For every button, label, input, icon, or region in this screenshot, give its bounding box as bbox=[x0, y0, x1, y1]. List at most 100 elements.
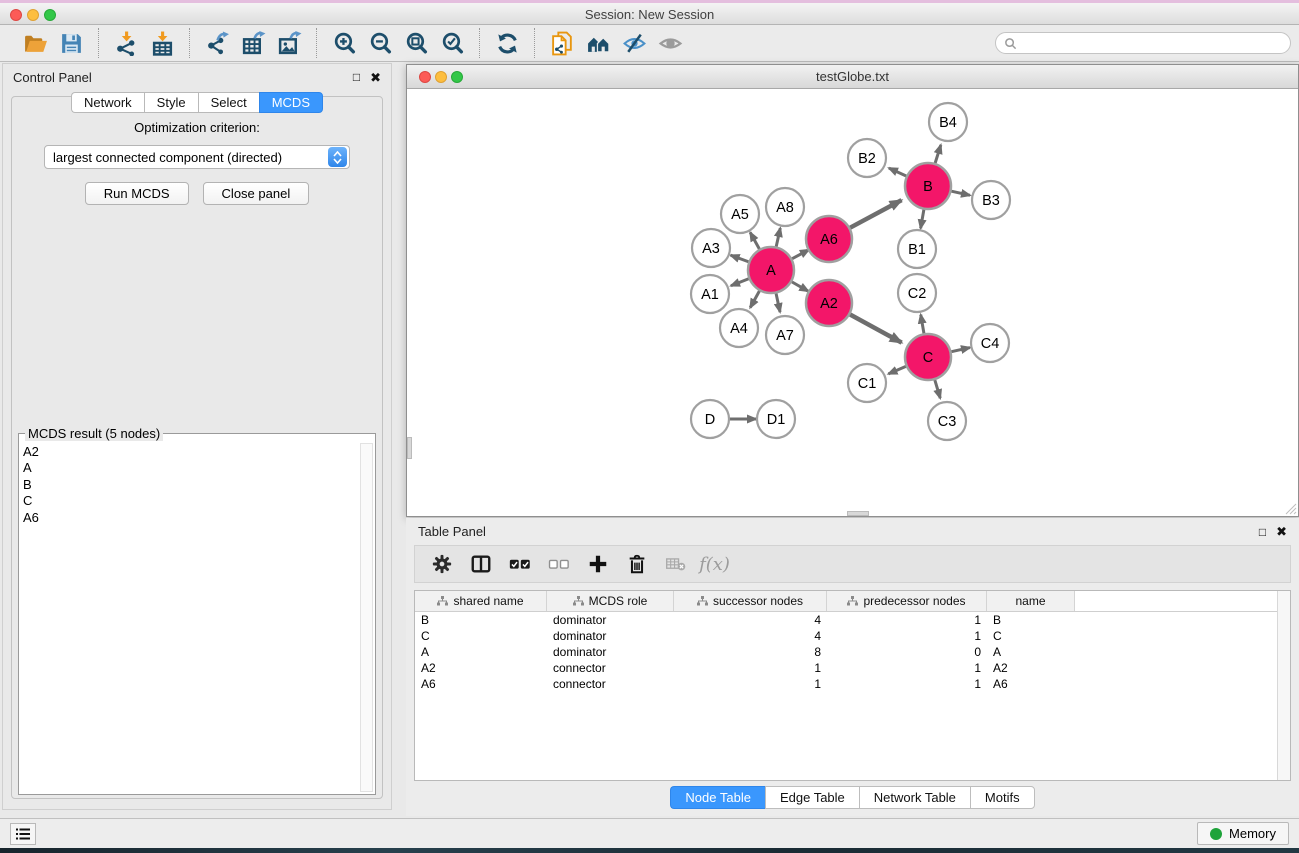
edge-A-A4[interactable] bbox=[750, 291, 759, 308]
memory-button[interactable]: Memory bbox=[1197, 822, 1289, 845]
edge-A-A5[interactable] bbox=[750, 232, 759, 249]
edge-A-A7[interactable] bbox=[776, 293, 780, 312]
graph-node-A3[interactable]: A3 bbox=[692, 229, 730, 267]
select-all-columns-button[interactable] bbox=[503, 549, 536, 579]
deselect-all-columns-button[interactable] bbox=[542, 549, 575, 579]
tab-style[interactable]: Style bbox=[144, 92, 198, 113]
import-network-button[interactable] bbox=[108, 28, 144, 58]
network-graph[interactable]: B4B2BB3A8A5A6A3B1AA1C2A2A4A7C4CC1C3DD1 bbox=[407, 90, 1298, 516]
table-row[interactable]: Adominator80A bbox=[415, 644, 1290, 660]
tab-motifs[interactable]: Motifs bbox=[970, 786, 1035, 809]
edge-B-B3[interactable] bbox=[951, 191, 970, 195]
edge-A6-B[interactable] bbox=[850, 200, 901, 228]
edge-B-B4[interactable] bbox=[935, 145, 941, 163]
edge-A-A8[interactable] bbox=[776, 228, 780, 247]
graph-node-A8[interactable]: A8 bbox=[766, 188, 804, 226]
table-row[interactable]: Bdominator41B bbox=[415, 612, 1290, 628]
graph-node-B3[interactable]: B3 bbox=[972, 181, 1010, 219]
column-header-predecessor-nodes[interactable]: predecessor nodes bbox=[827, 591, 987, 611]
bottom-splitter-handle[interactable] bbox=[847, 511, 869, 516]
tab-select[interactable]: Select bbox=[198, 92, 259, 113]
close-panel-icon[interactable]: ✖ bbox=[370, 71, 381, 84]
node-table[interactable]: shared nameMCDS rolesuccessor nodesprede… bbox=[414, 590, 1291, 781]
graph-node-B4[interactable]: B4 bbox=[929, 103, 967, 141]
graph-node-C3[interactable]: C3 bbox=[928, 402, 966, 440]
mcds-result-list[interactable]: A2ABCA6 bbox=[23, 444, 359, 792]
edge-B-B2[interactable] bbox=[889, 168, 906, 176]
run-mcds-button[interactable]: Run MCDS bbox=[85, 182, 189, 205]
result-list-item[interactable]: A2 bbox=[23, 444, 359, 460]
graph-node-B2[interactable]: B2 bbox=[848, 139, 886, 177]
table-scrollbar[interactable] bbox=[1277, 591, 1290, 780]
export-network-button[interactable] bbox=[199, 28, 235, 58]
first-neighbors-button[interactable] bbox=[580, 28, 616, 58]
tab-network-table[interactable]: Network Table bbox=[859, 786, 970, 809]
edge-A-A2[interactable] bbox=[792, 282, 809, 291]
result-list-item[interactable]: B bbox=[23, 477, 359, 493]
graph-node-B[interactable]: B bbox=[905, 163, 951, 209]
table-settings-button[interactable] bbox=[425, 549, 458, 579]
column-header-MCDS-role[interactable]: MCDS role bbox=[547, 591, 674, 611]
result-scrollbar[interactable] bbox=[360, 443, 373, 792]
graph-node-A4[interactable]: A4 bbox=[720, 309, 758, 347]
show-all-button[interactable] bbox=[652, 28, 688, 58]
graph-node-D1[interactable]: D1 bbox=[757, 400, 795, 438]
result-list-item[interactable]: A6 bbox=[23, 510, 359, 526]
graph-node-C1[interactable]: C1 bbox=[848, 364, 886, 402]
zoom-in-button[interactable] bbox=[326, 28, 362, 58]
export-table-button[interactable] bbox=[235, 28, 271, 58]
graph-node-A5[interactable]: A5 bbox=[721, 195, 759, 233]
table-row[interactable]: Cdominator41C bbox=[415, 628, 1290, 644]
edge-A-A1[interactable] bbox=[731, 279, 749, 286]
tab-node-table[interactable]: Node Table bbox=[670, 786, 765, 809]
add-column-button[interactable] bbox=[581, 549, 614, 579]
save-session-button[interactable] bbox=[53, 28, 89, 58]
float-table-panel-icon[interactable]: □ bbox=[1259, 526, 1266, 538]
graph-node-B1[interactable]: B1 bbox=[898, 230, 936, 268]
delete-column-button[interactable] bbox=[620, 549, 653, 579]
result-list-item[interactable]: A bbox=[23, 460, 359, 476]
network-canvas[interactable]: B4B2BB3A8A5A6A3B1AA1C2A2A4A7C4CC1C3DD1 bbox=[407, 90, 1298, 516]
import-table-button[interactable] bbox=[144, 28, 180, 58]
open-file-button[interactable] bbox=[17, 28, 53, 58]
zoom-fit-button[interactable] bbox=[398, 28, 434, 58]
network-window-titlebar[interactable]: testGlobe.txt bbox=[407, 65, 1298, 89]
edge-A-A3[interactable] bbox=[731, 255, 749, 262]
graph-node-C2[interactable]: C2 bbox=[898, 274, 936, 312]
close-panel-button[interactable]: Close panel bbox=[203, 182, 310, 205]
window-resize-grip[interactable] bbox=[1284, 502, 1297, 515]
delete-table-button[interactable] bbox=[659, 549, 692, 579]
graph-node-A[interactable]: A bbox=[748, 247, 794, 293]
task-history-button[interactable] bbox=[10, 823, 36, 845]
column-header-successor-nodes[interactable]: successor nodes bbox=[674, 591, 827, 611]
close-table-panel-icon[interactable]: ✖ bbox=[1276, 525, 1287, 538]
graph-node-D[interactable]: D bbox=[691, 400, 729, 438]
graph-node-A2[interactable]: A2 bbox=[806, 280, 852, 326]
tab-mcds[interactable]: MCDS bbox=[259, 92, 323, 113]
graph-node-A6[interactable]: A6 bbox=[806, 216, 852, 262]
result-list-item[interactable]: C bbox=[23, 493, 359, 509]
column-layout-button[interactable] bbox=[464, 549, 497, 579]
graph-node-A1[interactable]: A1 bbox=[691, 275, 729, 313]
graph-node-C4[interactable]: C4 bbox=[971, 324, 1009, 362]
left-splitter-handle[interactable] bbox=[407, 437, 412, 459]
column-header-name[interactable]: name bbox=[987, 591, 1075, 611]
export-image-button[interactable] bbox=[271, 28, 307, 58]
zoom-selected-button[interactable] bbox=[434, 28, 470, 58]
edge-C-C2[interactable] bbox=[921, 315, 924, 334]
zoom-out-button[interactable] bbox=[362, 28, 398, 58]
table-row[interactable]: A2connector11A2 bbox=[415, 660, 1290, 676]
optimization-criterion-dropdown[interactable]: largest connected component (directed) bbox=[44, 145, 350, 169]
search-field[interactable] bbox=[995, 32, 1291, 54]
search-input[interactable] bbox=[1022, 36, 1282, 50]
edge-C-C4[interactable] bbox=[951, 348, 970, 352]
hide-selected-button[interactable] bbox=[616, 28, 652, 58]
float-panel-icon[interactable]: □ bbox=[353, 71, 360, 83]
edge-C-C3[interactable] bbox=[935, 380, 940, 398]
refresh-button[interactable] bbox=[489, 28, 525, 58]
column-header-shared-name[interactable]: shared name bbox=[415, 591, 547, 611]
graph-node-C[interactable]: C bbox=[905, 334, 951, 380]
edge-A2-C[interactable] bbox=[850, 314, 902, 342]
edge-B-B1[interactable] bbox=[921, 210, 924, 229]
new-network-from-selection-button[interactable] bbox=[544, 28, 580, 58]
